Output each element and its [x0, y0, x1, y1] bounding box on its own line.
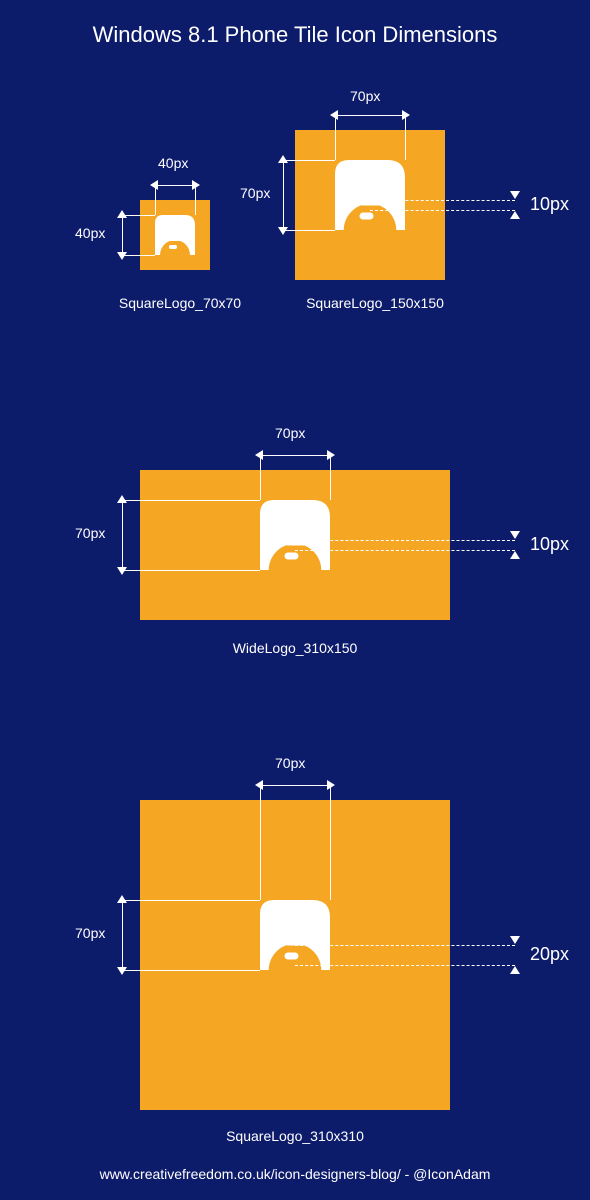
dim-medium-offset: 10px: [530, 194, 569, 215]
arrow-icon: [278, 227, 288, 235]
app-logo-icon: [260, 900, 330, 970]
arrow-icon: [117, 252, 127, 260]
guide-line: [335, 115, 336, 160]
guide-line: [122, 500, 260, 501]
arrow-icon: [402, 110, 410, 120]
arrow-icon: [510, 936, 520, 944]
arrow-icon: [330, 110, 338, 120]
dim-wide-width: 70px: [275, 425, 305, 441]
dim-line: [260, 785, 330, 786]
guide-line: [122, 970, 260, 971]
dim-large-width: 70px: [275, 755, 305, 771]
arrow-icon: [327, 780, 335, 790]
footer-credit: www.creativefreedom.co.uk/icon-designers…: [0, 1166, 590, 1182]
guide-line: [195, 185, 196, 215]
guide-line: [122, 215, 155, 216]
page-title: Windows 8.1 Phone Tile Icon Dimensions: [0, 0, 590, 48]
arrow-icon: [510, 551, 520, 559]
app-logo-icon: [155, 215, 195, 255]
guide-line: [260, 785, 261, 900]
app-logo-icon: [260, 500, 330, 570]
offset-line: [295, 945, 515, 946]
arrow-icon: [510, 966, 520, 974]
offset-line: [295, 550, 515, 551]
arrow-icon: [510, 211, 520, 219]
arrow-icon: [117, 895, 127, 903]
tile-large: [140, 800, 450, 1110]
offset-line: [295, 540, 515, 541]
arrow-icon: [255, 780, 263, 790]
offset-line: [370, 210, 515, 211]
dim-line: [335, 115, 405, 116]
caption-small: SquareLogo_70x70: [115, 295, 245, 311]
arrow-icon: [510, 191, 520, 199]
guide-line: [283, 230, 335, 231]
guide-line: [122, 570, 260, 571]
arrow-icon: [150, 180, 158, 190]
caption-large: SquareLogo_310x310: [140, 1128, 450, 1144]
dim-line: [122, 900, 123, 970]
tile-medium: [295, 130, 445, 280]
dim-wide-height: 70px: [75, 525, 105, 541]
dim-wide-offset: 10px: [530, 534, 569, 555]
guide-line: [122, 255, 155, 256]
guide-line: [155, 185, 156, 215]
arrow-icon: [327, 450, 335, 460]
arrow-icon: [255, 450, 263, 460]
dim-small-width: 40px: [158, 155, 188, 171]
guide-line: [283, 160, 335, 161]
app-logo-icon: [335, 160, 405, 230]
dim-medium-width: 70px: [350, 88, 380, 104]
caption-wide: WideLogo_310x150: [140, 640, 450, 656]
guide-line: [260, 455, 261, 500]
guide-line: [330, 455, 331, 500]
dim-large-offset: 20px: [530, 944, 569, 965]
dim-line: [283, 160, 284, 230]
guide-line: [330, 785, 331, 900]
dim-small-height: 40px: [75, 225, 105, 241]
dim-large-height: 70px: [75, 925, 105, 941]
arrow-icon: [278, 155, 288, 163]
offset-line: [295, 965, 515, 966]
dim-medium-height: 70px: [240, 185, 270, 201]
dim-line: [260, 455, 330, 456]
tile-small: [140, 200, 210, 270]
arrow-icon: [117, 567, 127, 575]
arrow-icon: [117, 210, 127, 218]
dim-line: [122, 500, 123, 570]
offset-line: [370, 200, 515, 201]
guide-line: [122, 900, 260, 901]
arrow-icon: [510, 531, 520, 539]
guide-line: [405, 115, 406, 160]
tile-wide: [140, 470, 450, 620]
caption-medium: SquareLogo_150x150: [295, 295, 455, 311]
arrow-icon: [192, 180, 200, 190]
arrow-icon: [117, 495, 127, 503]
dim-line: [155, 185, 195, 186]
arrow-icon: [117, 967, 127, 975]
dim-line: [122, 215, 123, 255]
